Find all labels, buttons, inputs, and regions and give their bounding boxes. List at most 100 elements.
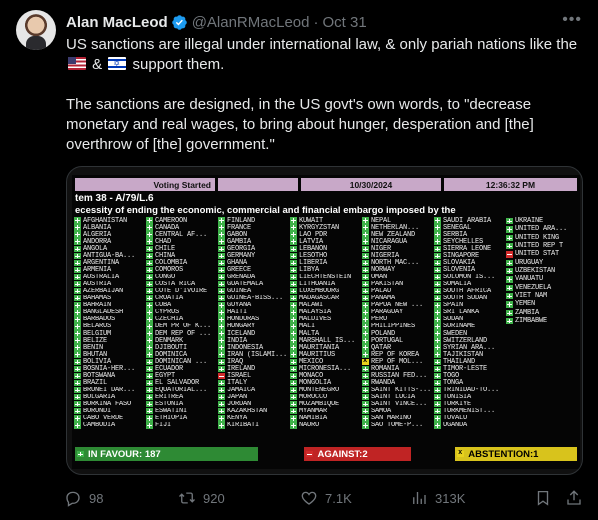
country-name: GHANA <box>227 259 248 267</box>
more-options-icon[interactable]: ••• <box>562 11 582 29</box>
country-name: SLOVENIA <box>443 266 476 274</box>
yes-vote-icon <box>290 323 297 330</box>
author-avatar[interactable] <box>16 10 56 50</box>
country-name: AUSTRIA <box>83 280 112 288</box>
country-name: DENMARK <box>155 337 184 345</box>
vote-row: PORTUGAL <box>362 337 434 344</box>
country-name: MONACO <box>299 372 324 380</box>
yes-vote-icon <box>218 316 225 323</box>
yes-vote-icon <box>74 365 81 373</box>
yes-vote-icon <box>146 266 153 274</box>
yes-vote-icon <box>146 407 153 415</box>
country-name: MALAWI <box>299 301 324 309</box>
reply-count: 98 <box>89 490 104 506</box>
vote-row: FINLAND <box>218 217 290 224</box>
voting-status: Voting Started <box>75 178 215 191</box>
country-name: IRELAND <box>227 365 256 373</box>
country-name: ESWATINI <box>155 407 188 415</box>
yes-vote-icon <box>434 393 441 401</box>
author-name[interactable]: Alan MacLeod <box>66 14 168 31</box>
yes-vote-icon <box>146 287 153 295</box>
country-name: UNITED REP T <box>515 242 564 251</box>
country-name: ESTONIA <box>155 400 184 408</box>
us-flag-icon <box>68 57 86 70</box>
yes-vote-icon <box>290 379 297 387</box>
country-name: CROATIA <box>155 294 184 302</box>
vote-row: SUDAN <box>434 316 506 323</box>
country-name: BRUNEI DAR... <box>83 386 136 394</box>
abstain-vote-icon <box>362 358 369 366</box>
country-name: TUVALU <box>443 414 468 422</box>
vote-row: BRUNEI DAR... <box>74 387 146 394</box>
yes-vote-icon <box>290 351 297 358</box>
yes-vote-icon <box>506 267 513 275</box>
country-name: LEBANON <box>299 245 328 253</box>
like-button[interactable]: 7.1K <box>300 489 352 507</box>
yes-vote-icon <box>290 224 297 231</box>
vote-row: BELIZE <box>74 337 146 344</box>
vote-row: HAITI <box>218 309 290 316</box>
views-button[interactable]: 313K <box>410 489 465 507</box>
country-name: AZERBAIJAN <box>83 287 124 295</box>
yes-vote-icon <box>290 372 297 380</box>
yes-vote-icon <box>218 280 225 288</box>
vote-row: BENIN <box>74 344 146 351</box>
vote-row: JAPAN <box>218 394 290 401</box>
country-name: NIGERIA <box>371 252 400 260</box>
country-name: LIBYA <box>299 266 320 274</box>
yes-vote-icon <box>146 400 153 408</box>
yes-vote-icon <box>506 242 513 250</box>
vote-row: ETHIOPIA <box>146 415 218 422</box>
repost-button[interactable]: 920 <box>178 489 225 507</box>
vote-row: PERU <box>362 316 434 323</box>
bookmark-icon <box>537 490 549 506</box>
yes-vote-icon <box>146 217 153 224</box>
country-name: BARBADOS <box>83 315 116 323</box>
action-bar: 98 920 7.1K 313K <box>60 486 586 510</box>
bookmark-button[interactable] <box>534 489 552 507</box>
yes-vote-icon <box>290 217 297 224</box>
country-name: PERU <box>371 315 388 323</box>
repost-icon <box>179 492 195 504</box>
yes-vote-icon <box>74 415 81 422</box>
vote-row: ECUADOR <box>146 365 218 372</box>
vote-row: COSTA RICA <box>146 281 218 288</box>
vote-row: HONDURAS <box>218 316 290 323</box>
country-name: GUINEA-BISS... <box>227 294 284 302</box>
tweet-date[interactable]: Oct 31 <box>322 14 366 31</box>
vote-row: JAMAICA <box>218 387 290 394</box>
abstention-total-label: ABSTENTION:1 <box>468 448 539 460</box>
yes-vote-icon <box>362 245 369 253</box>
share-button[interactable] <box>565 489 583 507</box>
vote-row: PALAU <box>362 288 434 295</box>
tweet-image[interactable]: Voting Started 10/30/2024 12:36:32 PM te… <box>66 166 583 475</box>
vote-row: TUNISIA <box>434 394 506 401</box>
country-name: IRAN (ISLAMI... <box>227 351 288 359</box>
vote-row: IRAQ <box>218 358 290 365</box>
yes-vote-icon <box>362 280 369 288</box>
country-name: KIRIBATI <box>227 421 260 429</box>
yes-vote-icon <box>146 358 153 366</box>
reply-button[interactable]: 98 <box>64 489 103 507</box>
vote-row: MALI <box>290 323 362 330</box>
country-name: UNITED KING <box>515 233 560 242</box>
yes-vote-icon <box>146 337 153 344</box>
yes-vote-icon <box>218 238 225 245</box>
vote-row: DJIBOUTI <box>146 344 218 351</box>
vote-row: MADAGASCAR <box>290 295 362 302</box>
country-name: LAO PDR <box>299 231 328 239</box>
country-name: CAMBODIA <box>83 421 116 429</box>
yes-vote-icon <box>290 422 297 429</box>
country-name: MADAGASCAR <box>299 294 340 302</box>
vote-row: LEBANON <box>290 245 362 252</box>
country-name: BURUNDI <box>83 407 112 415</box>
yes-vote-icon <box>434 400 441 408</box>
vote-row: ESTONIA <box>146 401 218 408</box>
yes-vote-icon <box>362 259 369 267</box>
vote-row: SOLOMON IS... <box>434 274 506 281</box>
vote-row: SAMOA <box>362 408 434 415</box>
author-handle[interactable]: @AlanRMacLeod <box>192 14 310 31</box>
vote-row: BELARUS <box>74 323 146 330</box>
country-name: BURKINA FASO <box>83 400 132 408</box>
repost-count: 920 <box>203 490 225 506</box>
